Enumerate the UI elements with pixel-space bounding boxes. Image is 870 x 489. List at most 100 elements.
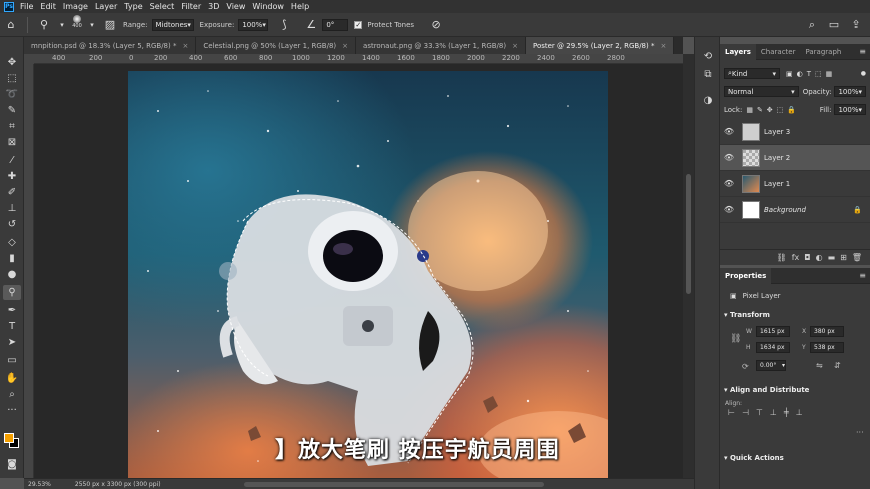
horizontal-ruler[interactable]: 400 200 0 200 400 600 800 1000 1200 1400…	[34, 54, 683, 64]
new-layer-icon[interactable]: ⊞	[840, 253, 847, 262]
layer-row-selected[interactable]: 👁 Layer 2	[720, 145, 870, 171]
zoom-tool-icon[interactable]: ⌕	[3, 387, 21, 402]
panel-menu-icon[interactable]: ≡	[859, 47, 866, 56]
protect-tones-checkbox[interactable]: ✓	[354, 20, 363, 29]
menu-select[interactable]: Select	[150, 2, 175, 11]
brushes-panel-icon[interactable]: ◑	[700, 93, 716, 107]
tab-paragraph[interactable]: Paragraph	[800, 44, 846, 60]
trash-icon[interactable]: 🗑	[852, 253, 862, 262]
align-bottom-icon[interactable]: ⊥	[796, 408, 803, 417]
workspace-icon[interactable]: ▭	[826, 17, 842, 33]
align-center-h-icon[interactable]: ⊣	[742, 408, 749, 417]
home-icon[interactable]: ⌂	[3, 17, 19, 33]
lasso-tool-icon[interactable]: ➰	[3, 87, 21, 102]
flip-horizontal-icon[interactable]: ⇋	[816, 361, 823, 370]
hand-tool-icon[interactable]: ✋	[3, 371, 21, 386]
brush-settings-icon[interactable]: ▨	[102, 17, 118, 33]
quick-actions-section[interactable]: ▾ Quick Actions	[724, 454, 784, 462]
vertical-scrollbar[interactable]	[683, 54, 694, 478]
poster-canvas[interactable]	[128, 71, 608, 478]
menu-image[interactable]: Image	[63, 2, 88, 11]
menu-type[interactable]: Type	[124, 2, 142, 11]
add-mask-icon[interactable]: ◘	[804, 253, 810, 262]
align-right-icon[interactable]: ⊤	[756, 408, 763, 417]
angle-field[interactable]: 0.00° ▾	[756, 360, 786, 371]
visibility-eye-icon[interactable]: 👁	[720, 205, 738, 214]
adjustment-layer-icon[interactable]: ◐	[816, 253, 823, 262]
dodge-tool-icon[interactable]: ⚲	[36, 17, 52, 33]
layer-row[interactable]: 👁 Background 🔒	[720, 197, 870, 223]
rectangle-tool-icon[interactable]: ▭	[3, 353, 21, 368]
range-select[interactable]: Midtones ▾	[151, 18, 194, 31]
align-middle-v-icon[interactable]: ╪	[784, 408, 789, 417]
close-icon[interactable]: ×	[512, 42, 518, 50]
align-top-icon[interactable]: ⊥	[770, 408, 777, 417]
horizontal-scrollbar[interactable]	[244, 482, 544, 487]
layer-row[interactable]: 👁 Layer 1	[720, 171, 870, 197]
visibility-eye-icon[interactable]: 👁	[720, 179, 738, 188]
crop-tool-icon[interactable]: ⌗	[3, 119, 21, 134]
dodge-tool-icon[interactable]: ⚲	[3, 285, 21, 300]
lock-options-icons[interactable]: ▦✎✥⬚🔒	[746, 106, 800, 114]
layer-row[interactable]: 👁 Layer 3	[720, 119, 870, 145]
more-tools-icon[interactable]: ···	[3, 403, 21, 418]
visibility-eye-icon[interactable]: 👁	[720, 153, 738, 162]
search-icon[interactable]: ⌕	[804, 17, 820, 33]
blur-tool-icon[interactable]: ●	[3, 267, 21, 282]
link-icon[interactable]: ⛓	[730, 334, 741, 344]
eyedropper-tool-icon[interactable]: ⁄	[3, 153, 21, 168]
x-field[interactable]: 380 px	[810, 326, 844, 337]
chevron-down-icon[interactable]: ▾	[58, 17, 66, 33]
airbrush-icon[interactable]: ⟆	[276, 17, 292, 33]
opacity-input[interactable]: 100% ▾	[834, 86, 866, 97]
transform-section[interactable]: ▾ Transform	[724, 311, 770, 319]
document-workspace[interactable]: 】放大笔刷 按压宇航员周围	[34, 64, 683, 478]
brush-preset-picker[interactable]: 400	[69, 14, 85, 35]
height-field[interactable]: 1634 px	[756, 342, 790, 353]
tab-properties[interactable]: Properties	[720, 267, 772, 284]
close-icon[interactable]: ×	[660, 42, 666, 50]
history-brush-tool-icon[interactable]: ↺	[3, 217, 21, 232]
eraser-tool-icon[interactable]: ◇	[3, 235, 21, 250]
tab-character[interactable]: Character	[756, 44, 801, 60]
healing-brush-tool-icon[interactable]: ✚	[3, 169, 21, 184]
close-icon[interactable]: ×	[182, 42, 188, 50]
angle-input[interactable]: 0°	[322, 18, 349, 31]
link-layers-icon[interactable]: ⛓	[777, 253, 787, 262]
adjustments-panel-icon[interactable]: ⧉	[700, 67, 716, 81]
visibility-eye-icon[interactable]: 👁	[720, 127, 738, 136]
clone-stamp-tool-icon[interactable]: ⊥	[3, 201, 21, 216]
filter-type-icons[interactable]: ▣◐T⬚▦	[786, 70, 836, 78]
tab-astronaut[interactable]: astronaut.png @ 33.3% (Layer 1, RGB/8) ×	[356, 37, 526, 54]
menu-layer[interactable]: Layer	[95, 2, 117, 11]
align-left-icon[interactable]: ⊢	[728, 408, 735, 417]
menu-filter[interactable]: Filter	[181, 2, 201, 11]
quick-mask-icon[interactable]: ◙	[3, 457, 21, 472]
blend-mode-select[interactable]: Normal ▾	[724, 86, 799, 97]
path-selection-tool-icon[interactable]: ➤	[3, 335, 21, 350]
tab-mnpition[interactable]: mnpition.psd @ 18.3% (Layer 5, RGB/8) * ×	[24, 37, 197, 54]
scrollbar-thumb[interactable]	[686, 174, 691, 294]
pressure-size-icon[interactable]: ⊘	[428, 17, 444, 33]
pen-tool-icon[interactable]: ✒	[3, 303, 21, 318]
menu-window[interactable]: Window	[252, 2, 284, 11]
tab-poster[interactable]: Poster @ 29.5% (Layer 2, RGB/8) * ×	[525, 37, 675, 54]
align-distribute-section[interactable]: ▾ Align and Distribute	[724, 386, 809, 394]
quick-selection-tool-icon[interactable]: ✎	[3, 103, 21, 118]
panel-menu-icon[interactable]: ≡	[859, 271, 866, 280]
share-icon[interactable]: ⇪	[848, 17, 864, 33]
menu-file[interactable]: File	[20, 2, 33, 11]
width-field[interactable]: 1615 px	[756, 326, 790, 337]
filter-toggle-icon[interactable]: ●	[861, 70, 866, 77]
new-group-icon[interactable]: ▬	[828, 253, 836, 262]
history-panel-icon[interactable]: ⟲	[700, 49, 716, 63]
menu-edit[interactable]: Edit	[40, 2, 56, 11]
y-field[interactable]: 538 px	[810, 342, 844, 353]
more-options-icon[interactable]: ···	[856, 428, 864, 437]
type-tool-icon[interactable]: T	[3, 319, 21, 334]
flip-vertical-icon[interactable]: ⇵	[834, 361, 841, 370]
close-icon[interactable]: ×	[342, 42, 348, 50]
exposure-input[interactable]: 100% ▾	[238, 18, 269, 31]
frame-tool-icon[interactable]: ⊠	[3, 135, 21, 150]
menu-3d[interactable]: 3D	[208, 2, 219, 11]
